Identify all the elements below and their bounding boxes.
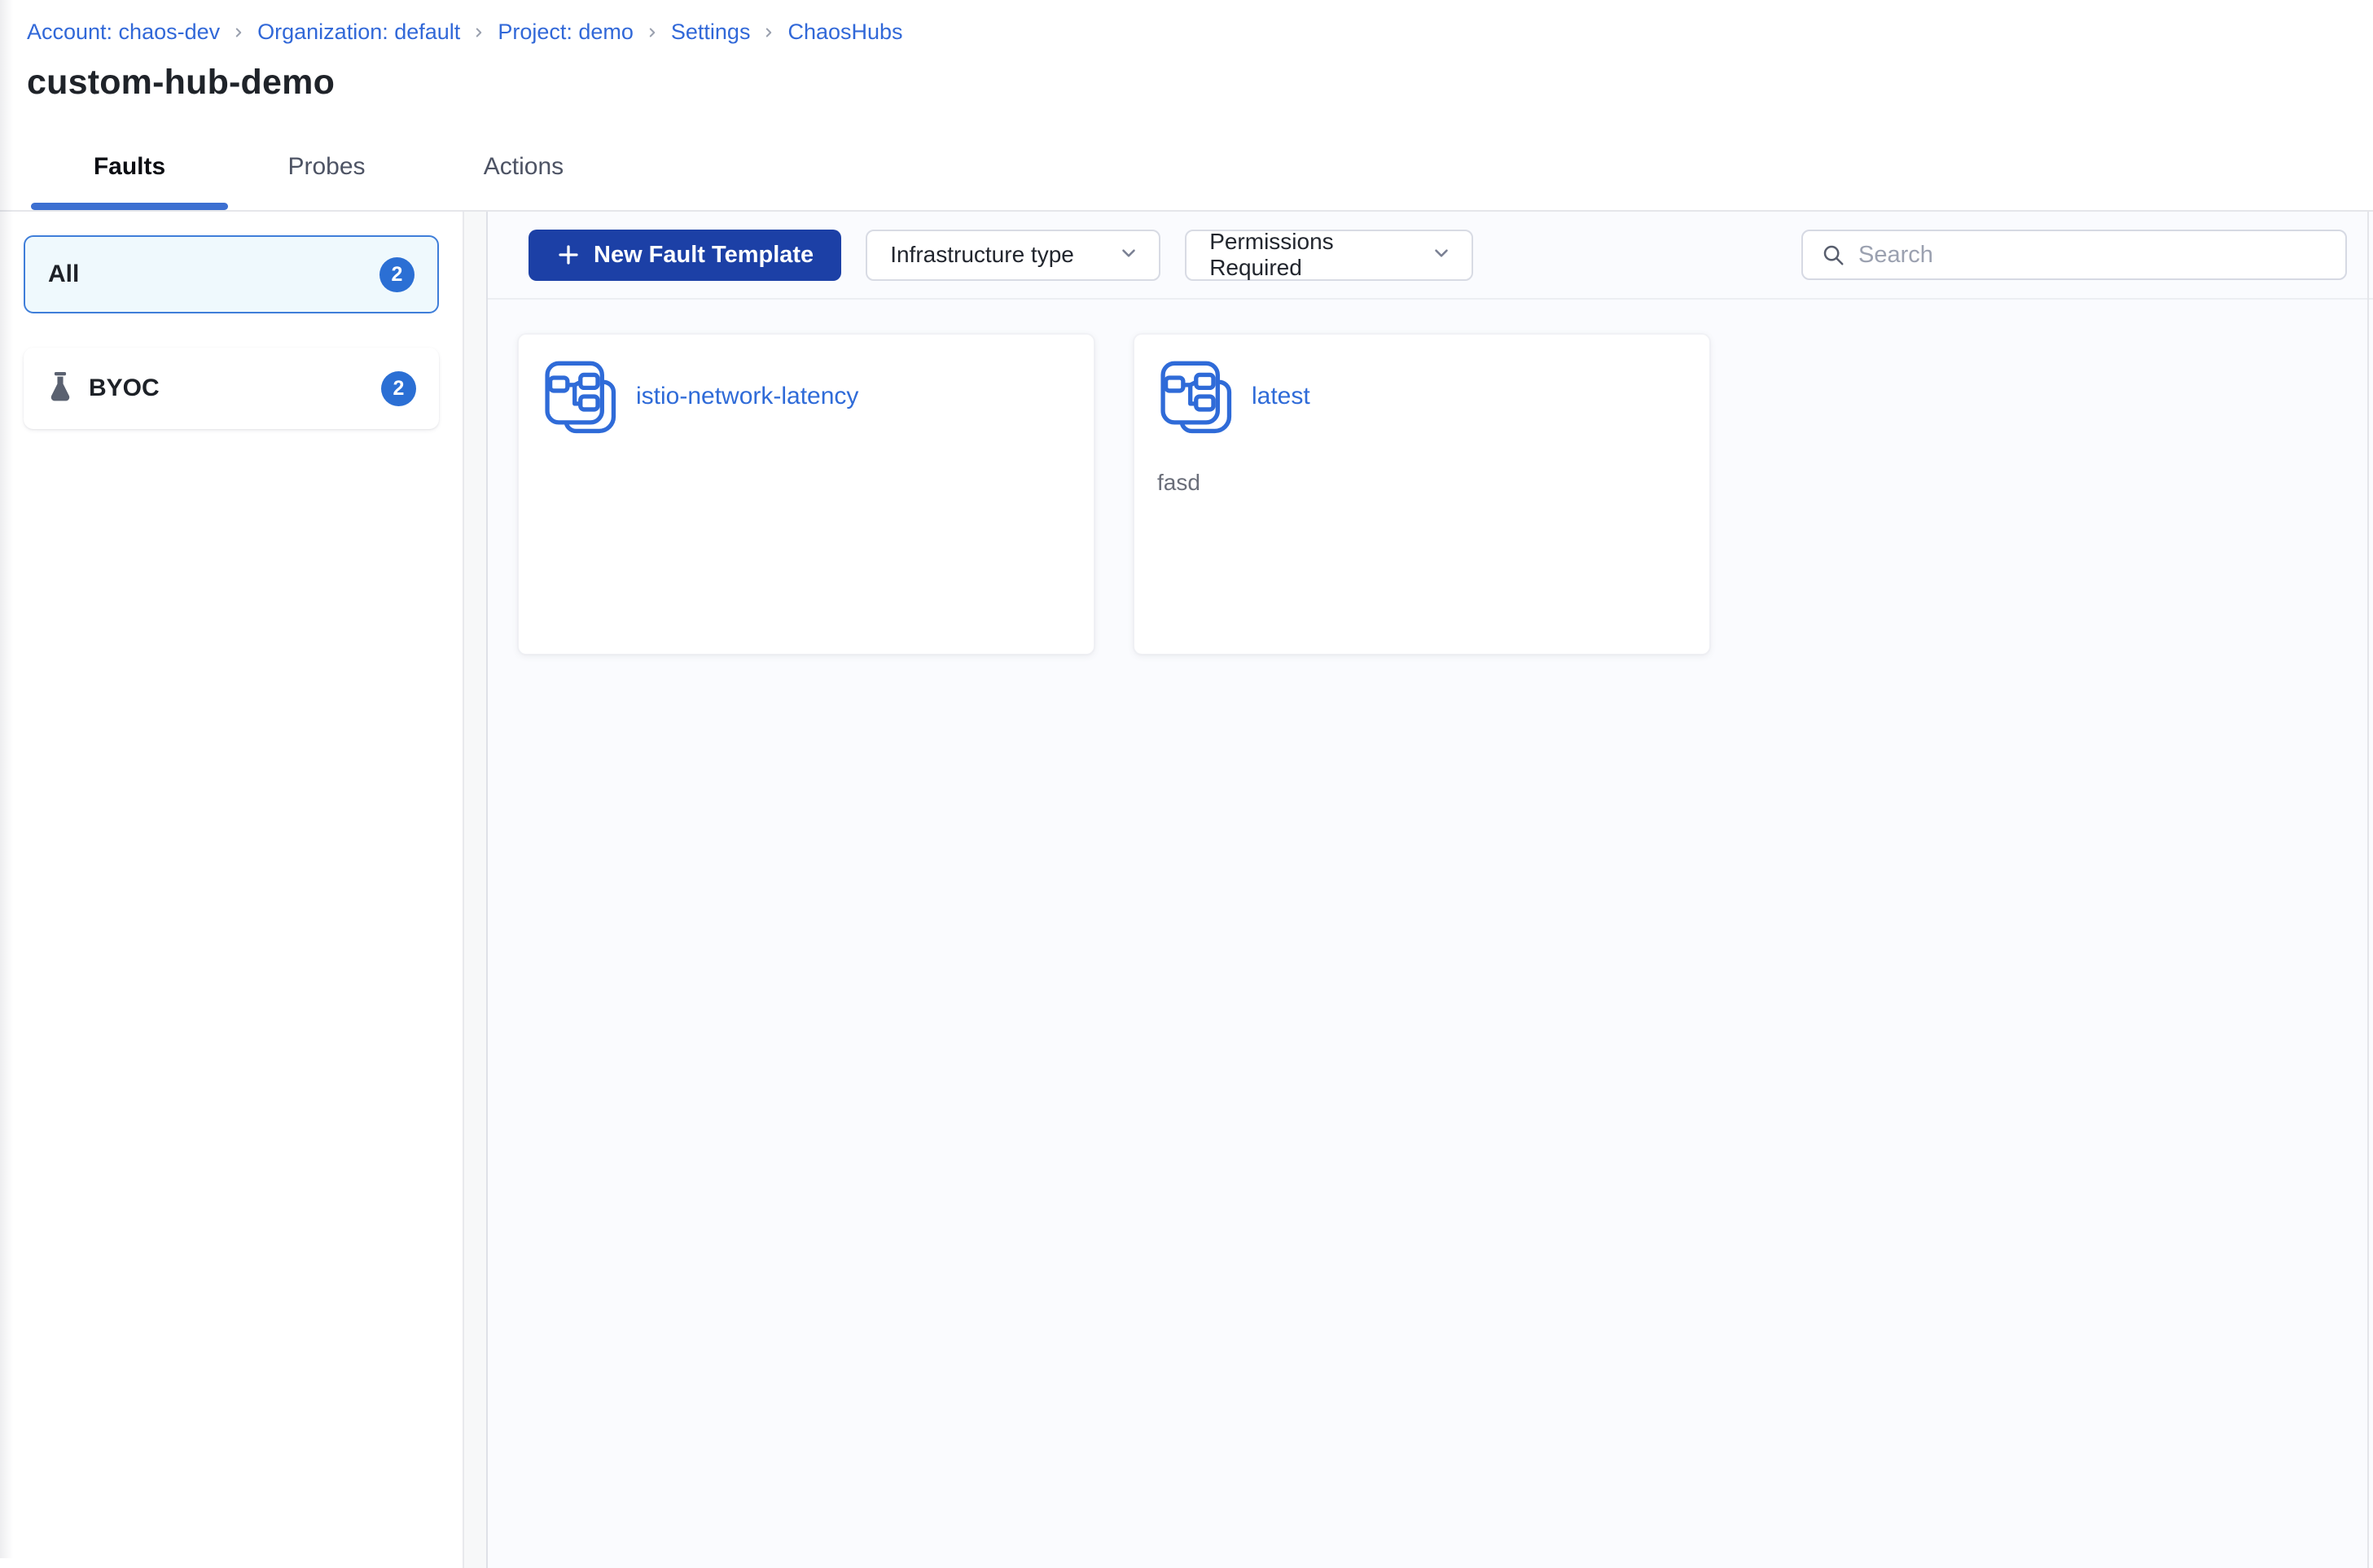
count-badge: 2 [379,256,415,292]
tab-probes-label: Probes [287,153,366,180]
tab-faults[interactable]: Faults [31,124,228,210]
breadcrumb-chaoshubs-link[interactable]: ChaosHubs [787,20,902,45]
chevron-right-icon [645,25,660,40]
hub-card-description: fasd [1157,470,1200,495]
fault-template-card[interactable]: istio-network-latency [518,334,1094,655]
fault-template-grid: istio-network-latency latest fasd [488,300,2373,655]
hub-card-title-link[interactable]: istio-network-latency [636,383,858,410]
tab-actions-label: Actions [483,153,564,180]
chevron-right-icon [761,25,776,40]
count-badge: 2 [381,370,416,406]
chevron-down-icon [1431,243,1452,268]
breadcrumb-settings-link[interactable]: Settings [671,20,751,45]
hub-card-description [542,470,1071,497]
new-fault-template-button[interactable]: New Fault Template [529,229,842,281]
chevron-down-icon [1118,243,1139,268]
scrollbar-track[interactable] [2367,212,2369,1568]
flask-icon [46,372,74,405]
infrastructure-type-label: Infrastructure type [890,242,1074,267]
tab-faults-label: Faults [93,153,166,180]
search-box[interactable] [1801,230,2347,280]
tab-probes[interactable]: Probes [228,124,425,210]
permissions-required-select[interactable]: Permissions Required [1185,229,1474,281]
sidebar-item-byoc[interactable]: BYOC 2 [24,348,439,429]
fault-template-card[interactable]: latest fasd [1134,334,1710,655]
page-title: custom-hub-demo [27,63,336,102]
new-fault-template-label: New Fault Template [594,241,814,268]
search-icon [1823,245,1844,265]
breadcrumb-account-link[interactable]: Account: chaos-dev [27,20,220,45]
infrastructure-type-select[interactable]: Infrastructure type [866,229,1161,281]
active-tab-underline [31,203,228,210]
tab-bar: Faults Probes Actions [0,124,2373,212]
breadcrumb: Account: chaos-dev Organization: default… [27,20,2340,45]
fault-template-icon [545,361,616,434]
search-input[interactable] [1858,241,2327,269]
filter-byoc-label: BYOC [89,374,160,401]
sidebar-item-all[interactable]: All 2 [24,235,439,313]
page-header: Account: chaos-dev Organization: default… [0,0,2373,103]
toolbar: New Fault Template Infrastructure type P… [488,212,2373,300]
filter-all-label: All [48,261,80,287]
breadcrumb-organization-link[interactable]: Organization: default [257,20,460,45]
tab-actions[interactable]: Actions [425,124,622,210]
hub-card-title-link[interactable]: latest [1252,383,1310,410]
breadcrumb-project-link[interactable]: Project: demo [498,20,634,45]
filter-sidebar: All 2 BYOC 2 [0,212,463,1568]
plus-icon [559,245,578,265]
chevron-right-icon [231,25,246,40]
fault-template-icon [1160,361,1232,434]
main-panel: New Fault Template Infrastructure type P… [488,212,2373,1568]
chevron-right-icon [472,25,486,40]
permissions-required-label: Permissions Required [1209,229,1334,280]
sidebar-gutter [463,212,488,1568]
